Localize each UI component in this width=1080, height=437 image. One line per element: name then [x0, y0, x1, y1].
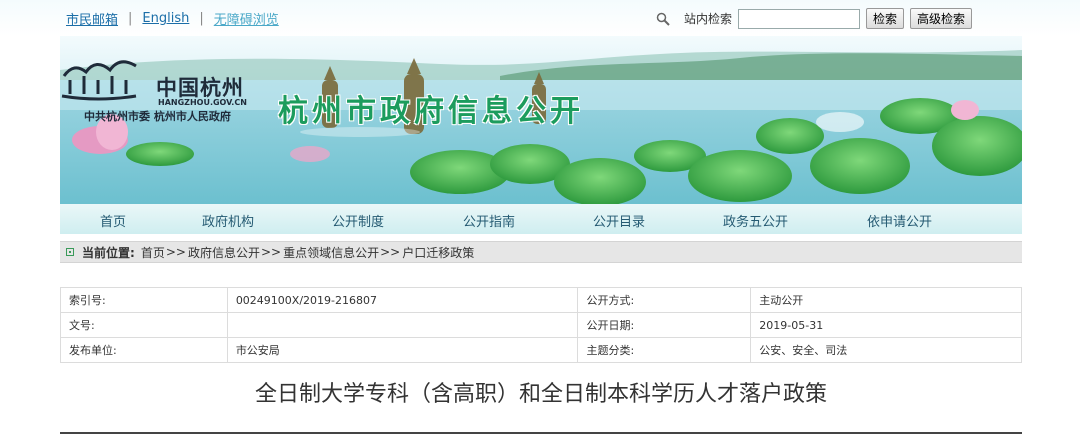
bullet-icon: [66, 248, 74, 256]
search-button[interactable]: 检索: [866, 8, 905, 29]
breadcrumb-gov-info[interactable]: 政府信息公开: [188, 244, 260, 261]
table-row: 文号: 公开日期: 2019-05-31: [60, 312, 1022, 338]
current-location-label: 当前位置:: [82, 245, 135, 260]
topic-category-label: 主题分类:: [577, 337, 752, 363]
header-banner: 中国杭州 HANGZHOU.GOV.CN 中共杭州市委 杭州市人民政府 杭州市政…: [60, 36, 1022, 204]
banner-title: 杭州市政府信息公开: [278, 94, 584, 129]
search-input[interactable]: [738, 8, 861, 29]
citizen-mail-link[interactable]: 市民邮箱: [66, 9, 118, 28]
separator: |: [199, 11, 204, 26]
disclosure-method-label: 公开方式:: [577, 287, 752, 313]
index-number-label: 索引号:: [60, 287, 228, 313]
table-row: 索引号: 00249100X/2019-216807 公开方式: 主动公开: [60, 287, 1022, 313]
breadcrumb-separator: >>: [165, 245, 186, 259]
advanced-search-button[interactable]: 高级检索: [910, 8, 973, 29]
top-bar: 市民邮箱 | English | 无障碍浏览 站内检索 检索 高级检索: [0, 0, 1080, 36]
nav-disclosure-on-request[interactable]: 依申请公开: [867, 211, 932, 230]
disclosure-date-value: 2019-05-31: [750, 312, 1022, 338]
index-number-value: 00249100X/2019-216807: [226, 287, 579, 313]
nav-disclosure-system[interactable]: 公开制度: [332, 211, 384, 230]
document-title: 全日制大学专科（含高职）和全日制本科学历人才落户政策: [254, 382, 827, 407]
document-info-table: 索引号: 00249100X/2019-216807 公开方式: 主动公开 文号…: [60, 287, 1022, 363]
breadcrumb-separator: >>: [380, 245, 401, 259]
document-number-label: 文号:: [60, 312, 228, 338]
breadcrumb-hukou-policy[interactable]: 户口迁移政策: [402, 244, 474, 261]
logo-organization-text: 中共杭州市委 杭州市人民政府: [84, 110, 231, 123]
disclosure-method-value: 主动公开: [750, 287, 1022, 313]
publisher-value: 市公安局: [226, 337, 579, 363]
breadcrumb-key-areas[interactable]: 重点领域信息公开: [283, 244, 379, 261]
top-links: 市民邮箱 | English | 无障碍浏览: [66, 9, 279, 28]
search-label: 站内检索: [684, 12, 733, 26]
english-link[interactable]: English: [142, 11, 189, 26]
nav-home[interactable]: 首页: [100, 211, 126, 230]
nav-disclosure-guide[interactable]: 公开指南: [463, 211, 515, 230]
nav-five-disclosures[interactable]: 政务五公开: [723, 211, 788, 230]
table-row: 发布单位: 市公安局 主题分类: 公安、安全、司法: [60, 337, 1022, 363]
separator: |: [128, 11, 133, 26]
main-nav: 首页 政府机构 公开制度 公开指南 公开目录 政务五公开 依申请公开: [60, 204, 1022, 234]
search-icon: [656, 12, 670, 26]
nav-government-agencies[interactable]: 政府机构: [202, 211, 254, 230]
breadcrumb-separator: >>: [260, 245, 282, 259]
publisher-label: 发布单位:: [60, 337, 228, 363]
breadcrumb-home[interactable]: 首页: [141, 244, 165, 261]
accessible-browse-link[interactable]: 无障碍浏览: [214, 9, 279, 28]
site-search: 站内检索 检索 高级检索: [656, 8, 973, 29]
topic-category-value: 公安、安全、司法: [750, 337, 1022, 363]
title-divider: [60, 432, 1022, 434]
document-number-value: [226, 312, 579, 338]
breadcrumb: 当前位置: 首页 >> 政府信息公开 >> 重点领域信息公开 >> 户口迁移政策: [60, 241, 1022, 263]
logo-domain-text: HANGZHOU.GOV.CN: [158, 98, 247, 107]
disclosure-date-label: 公开日期:: [577, 312, 752, 338]
nav-disclosure-catalog[interactable]: 公开目录: [593, 211, 645, 230]
